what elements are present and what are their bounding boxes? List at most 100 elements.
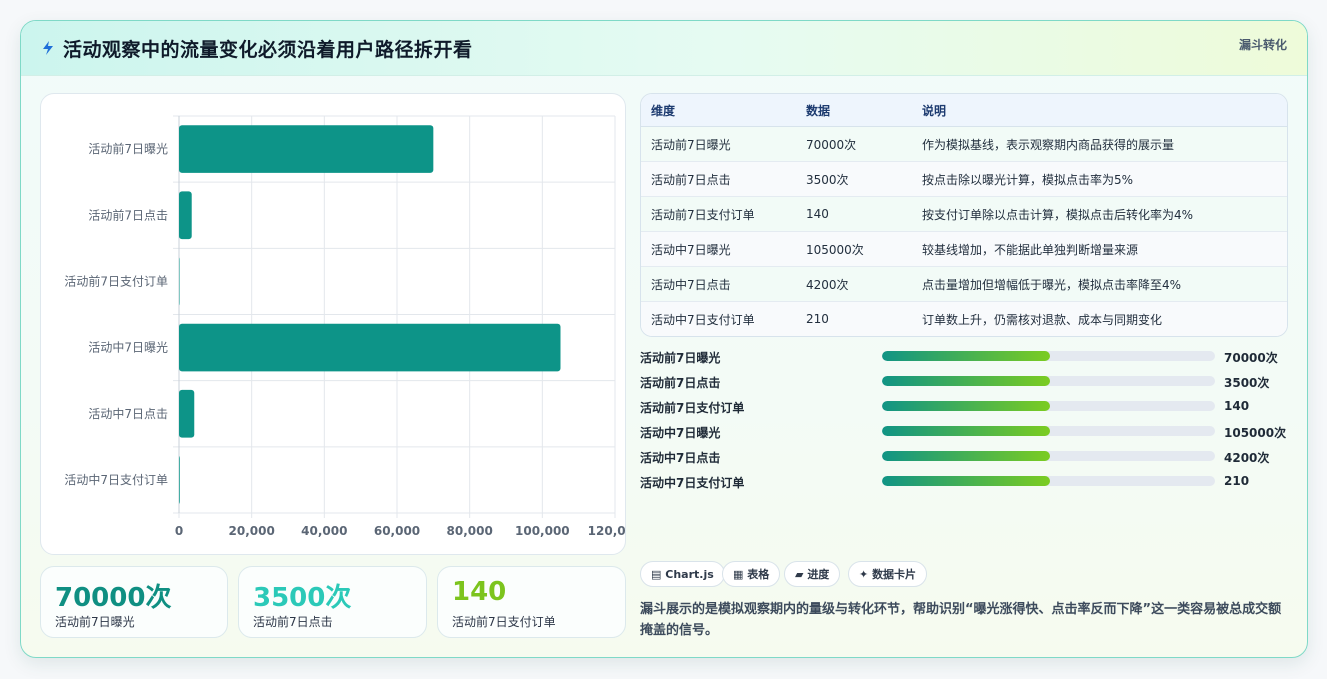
chip-chartjs[interactable]: ▤ Chart.js: [640, 561, 725, 587]
chart-icon: ▤: [651, 568, 662, 581]
table-icon: ▦: [733, 568, 744, 581]
table-cell: 活动前7日支付订单: [641, 196, 796, 232]
table-row: 活动前7日点击 3500次 按点击除以曝光计算，模拟点击率为5%: [641, 161, 1287, 197]
x-tick-label: 20,000: [229, 524, 275, 538]
progress-track: [882, 476, 1215, 486]
progress-fill: [882, 426, 1051, 436]
kpi-label: 活动前7日支付订单: [452, 615, 556, 629]
category-label: 活动前7日曝光: [88, 141, 168, 156]
x-tick-label: 80,000: [447, 524, 493, 538]
table-header-row: 维度 数据 说明: [641, 94, 1287, 127]
table-cell: 140: [796, 196, 912, 232]
x-tick-label: 100,000: [515, 524, 570, 538]
chip-label: Chart.js: [665, 568, 714, 581]
chip-label: 表格: [747, 568, 770, 581]
bar: [179, 125, 434, 173]
progress-row: 活动前7日曝光 70000次: [640, 346, 1286, 366]
progress-label: 活动中7日曝光: [640, 426, 721, 440]
data-table: 维度 数据 说明 活动前7日曝光 70000次 作为模拟基线，表示观察期内商品获…: [640, 93, 1288, 337]
bar: [179, 456, 180, 504]
page-title: 活动观察中的流量变化必须沿着用户路径拆开看: [63, 39, 473, 61]
category-label: 活动前7日支付订单: [64, 273, 168, 288]
category-label: 活动中7日曝光: [88, 340, 168, 355]
kpi-label: 活动前7日点击: [253, 615, 333, 629]
kpi-card: 3500次 活动前7日点击: [238, 566, 427, 638]
progress-row: 活动中7日曝光 105000次: [640, 421, 1286, 441]
progress-track: [882, 426, 1215, 436]
progress-label: 活动中7日支付订单: [640, 476, 745, 490]
progress-fill: [882, 401, 1051, 411]
bar-chart-panel: 0 20,000 40,000 60,000 80,000 100,000 120,000 活…: [40, 93, 626, 555]
table-cell: 4200次: [796, 266, 912, 302]
footnote: 漏斗展示的是模拟观察期内的量级与转化环节，帮助识别“曝光涨得快、点击率反而下降”…: [640, 602, 1282, 638]
progress-label: 活动前7日点击: [640, 376, 721, 390]
bar: [179, 191, 192, 240]
table-cell: 按点击除以曝光计算，模拟点击率为5%: [912, 161, 1287, 197]
progress-value: 70000次: [1224, 351, 1278, 365]
progress-value: 210: [1224, 474, 1250, 488]
chip-label: 进度: [807, 568, 830, 581]
kpi-card: 140 活动前7日支付订单: [437, 566, 626, 638]
table-cell: 70000次: [796, 126, 912, 162]
progress-value: 105000次: [1224, 426, 1287, 440]
kpi-value: 70000次: [55, 583, 172, 613]
table-cell: 105000次: [796, 231, 912, 267]
kpi-value: 140: [452, 577, 507, 607]
table-row: 活动中7日曝光 105000次 较基线增加，不能据此单独判断增量来源: [641, 231, 1287, 267]
progress-row: 活动中7日支付订单 210: [640, 471, 1286, 491]
progress-row: 活动前7日点击 3500次: [640, 371, 1286, 391]
funnel-card: 活动观察中的流量变化必须沿着用户路径拆开看 漏斗转化 0 20,000 40,000…: [20, 20, 1308, 658]
chip-data-card[interactable]: ✦ 数据卡片: [848, 561, 928, 587]
progress-track: [882, 401, 1215, 411]
category-badge: 漏斗转化: [1238, 38, 1287, 52]
table-cell: 点击量增加但增幅低于曝光，模拟点击率降至4%: [912, 266, 1287, 302]
kpi-label: 活动前7日曝光: [55, 615, 135, 629]
table-cell: 210: [796, 301, 912, 336]
chip-table[interactable]: ▦ 表格: [722, 561, 781, 587]
chip-label: 数据卡片: [872, 568, 917, 581]
chip-progress[interactable]: ▰ 进度: [784, 561, 841, 587]
kpi-value: 3500次: [253, 583, 352, 613]
category-label: 活动中7日点击: [88, 406, 168, 421]
progress-fill: [882, 376, 1051, 386]
lightning-icon: [43, 41, 53, 55]
kpi-card: 70000次 活动前7日曝光: [40, 566, 228, 638]
progress-track: [882, 351, 1215, 361]
bar: [179, 389, 195, 438]
table-cell: 活动前7日点击: [641, 161, 796, 197]
progress-fill: [882, 451, 1051, 461]
category-label: 活动前7日点击: [88, 207, 168, 222]
table-cell: 按支付订单除以点击计算，模拟点击后转化率为4%: [912, 196, 1287, 232]
x-tick-label: 40,000: [301, 524, 347, 538]
table-cell: 订单数上升，仍需核对退款、成本与同期变化: [912, 301, 1287, 336]
x-tick-label: 0: [175, 524, 183, 538]
table-row: 活动中7日支付订单 210 订单数上升，仍需核对退款、成本与同期变化: [641, 301, 1287, 336]
bar: [179, 257, 180, 306]
category-label: 活动中7日支付订单: [64, 472, 168, 487]
progress-label: 活动前7日支付订单: [640, 401, 745, 415]
column-header: 说明: [912, 94, 1287, 127]
sparkle-icon: ✦: [859, 568, 869, 581]
bar: [179, 323, 561, 372]
table-row: 活动前7日支付订单 140 按支付订单除以点击计算，模拟点击后转化率为4%: [641, 196, 1287, 232]
table-cell: 活动中7日支付订单: [641, 301, 796, 336]
column-header: 数据: [796, 94, 912, 127]
x-tick-label: 60,000: [374, 524, 420, 538]
progress-fill: [882, 476, 1051, 486]
progress-label: 活动前7日曝光: [640, 351, 721, 365]
card-header: 活动观察中的流量变化必须沿着用户路径拆开看 漏斗转化: [21, 21, 1307, 76]
progress-row: 活动中7日点击 4200次: [640, 446, 1286, 466]
column-header: 维度: [641, 94, 796, 127]
table-row: 活动中7日点击 4200次 点击量增加但增幅低于曝光，模拟点击率降至4%: [641, 266, 1287, 302]
progress-value: 140: [1224, 399, 1250, 413]
progress-row: 活动前7日支付订单 140: [640, 396, 1286, 416]
table-row: 活动前7日曝光 70000次 作为模拟基线，表示观察期内商品获得的展示量: [641, 126, 1287, 162]
table-cell: 作为模拟基线，表示观察期内商品获得的展示量: [912, 126, 1287, 162]
progress-value: 4200次: [1224, 451, 1270, 465]
table-cell: 较基线增加，不能据此单独判断增量来源: [912, 231, 1287, 267]
progress-icon: ▰: [795, 568, 804, 581]
table-cell: 3500次: [796, 161, 912, 197]
table-cell: 活动前7日曝光: [641, 126, 796, 162]
table-cell: 活动中7日点击: [641, 266, 796, 302]
progress-track: [882, 451, 1215, 461]
